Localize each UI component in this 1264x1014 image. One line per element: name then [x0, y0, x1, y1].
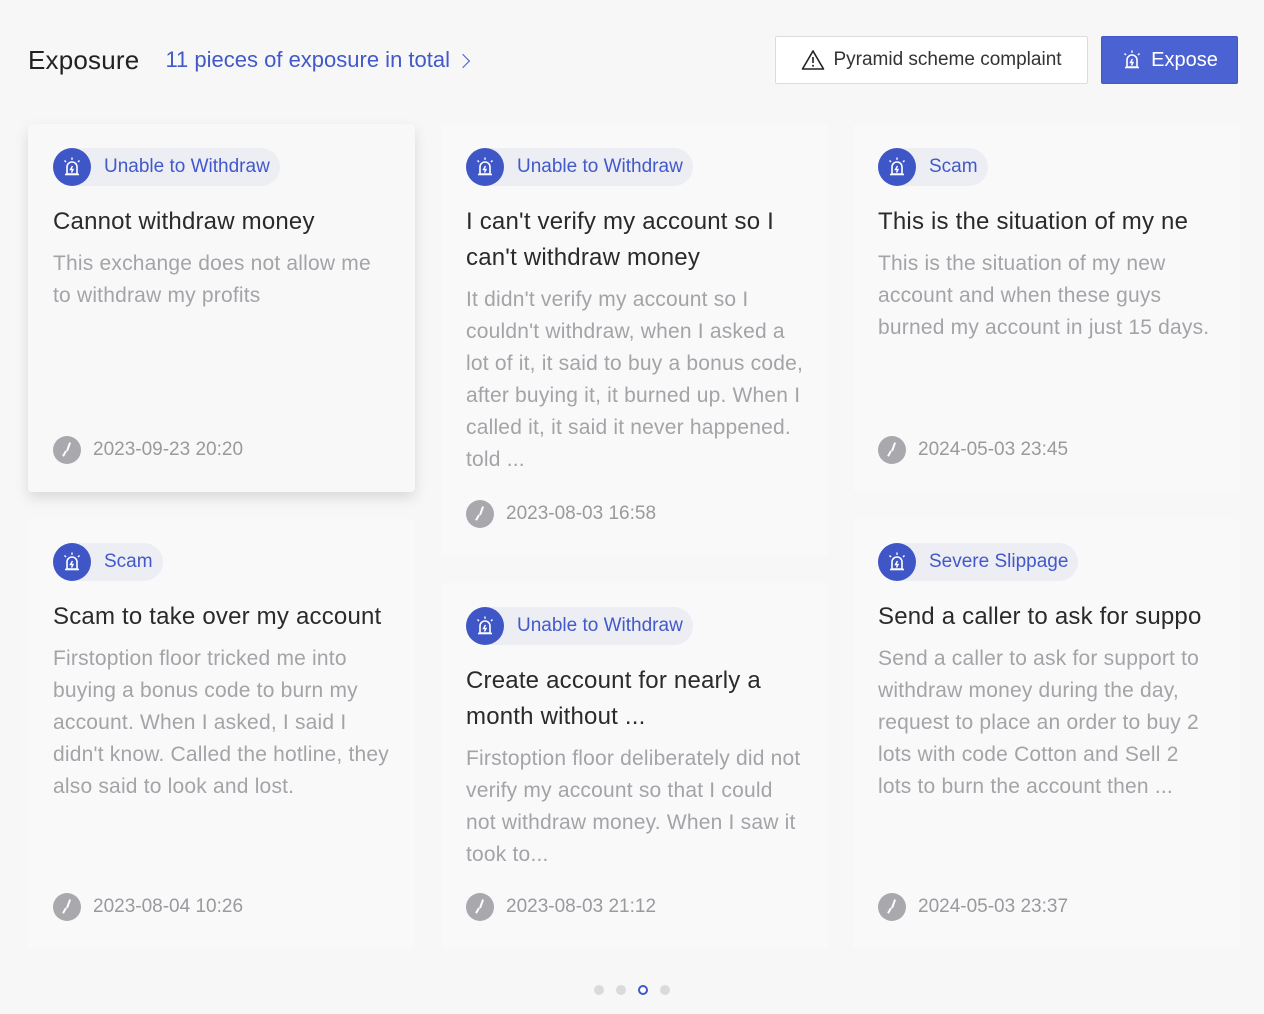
category-label: Scam [104, 551, 153, 572]
pyramid-complaint-button[interactable]: Pyramid scheme complaint [775, 36, 1088, 84]
expose-label: Expose [1151, 48, 1218, 71]
card-title: Scam to take over my account [53, 603, 382, 630]
clock-icon [53, 436, 81, 464]
category-tag: Unable to Withdraw [466, 607, 693, 645]
category-label: Unable to Withdraw [517, 615, 683, 636]
alarm-icon [466, 607, 504, 645]
pagination-dots [0, 985, 1264, 995]
timestamp-text: 2023-08-04 10:26 [93, 896, 244, 917]
card-title: This is the situation of my ne [878, 208, 1189, 235]
exposure-card[interactable]: Unable to Withdraw I can't verify my acc… [441, 124, 828, 556]
exposure-card[interactable]: Severe Slippage Send a caller to ask for… [853, 519, 1240, 949]
alarm-icon [53, 543, 91, 581]
card-description: This exchange does not allow me to withd… [53, 252, 371, 307]
card-timestamp: 2023-08-03 16:58 [466, 500, 656, 528]
alarm-icon [1124, 50, 1141, 69]
page-dot-4[interactable] [660, 985, 670, 995]
pyramid-complaint-label: Pyramid scheme complaint [833, 49, 1062, 70]
category-tag: Unable to Withdraw [466, 148, 693, 186]
category-label: Unable to Withdraw [104, 156, 270, 177]
timestamp-text: 2023-09-23 20:20 [93, 439, 244, 460]
card-timestamp: 2024-05-03 23:45 [878, 436, 1068, 464]
category-label: Scam [929, 156, 978, 177]
category-tag: Unable to Withdraw [53, 148, 280, 186]
page-title: Exposure [28, 44, 140, 75]
card-title: I can't verify my account so I can't wit… [466, 208, 775, 271]
timestamp-text: 2023-08-03 16:58 [506, 503, 657, 524]
exposure-card[interactable]: Unable to Withdraw Create account for ne… [441, 583, 828, 949]
timestamp-text: 2024-05-03 23:37 [918, 896, 1069, 917]
card-timestamp: 2023-08-04 10:26 [53, 893, 243, 921]
clock-icon [53, 893, 81, 921]
card-description: Firstoption floor tricked me into buying… [53, 647, 389, 798]
alarm-icon [466, 148, 504, 186]
timestamp-text: 2023-08-03 21:12 [506, 896, 657, 917]
clock-icon [878, 436, 906, 464]
expose-button[interactable]: Expose [1101, 36, 1238, 84]
alarm-icon [878, 148, 916, 186]
category-tag: Scam [53, 543, 163, 581]
card-title: Send a caller to ask for suppo [878, 603, 1202, 630]
card-description: It didn't verify my account so I couldn'… [466, 288, 804, 471]
page-dot-3[interactable] [638, 985, 648, 995]
total-exposure-link[interactable]: 11 pieces of exposure in total [165, 47, 471, 73]
card-timestamp: 2023-08-03 21:12 [466, 893, 656, 921]
timestamp-text: 2024-05-03 23:45 [918, 439, 1069, 460]
exposure-card[interactable]: Unable to Withdraw Cannot withdraw money… [28, 124, 415, 492]
exposure-card[interactable]: Scam This is the situation of my ne This… [853, 124, 1240, 492]
card-title: Create account for nearly a month withou… [466, 667, 761, 730]
page-dot-1[interactable] [594, 985, 604, 995]
clock-icon [466, 500, 494, 528]
page-dot-2[interactable] [616, 985, 626, 995]
exposure-card[interactable]: Scam Scam to take over my account Firsto… [28, 519, 415, 949]
card-title: Cannot withdraw money [53, 208, 315, 235]
category-label: Severe Slippage [929, 551, 1069, 572]
category-tag: Severe Slippage [878, 543, 1079, 581]
card-timestamp: 2024-05-03 23:37 [878, 893, 1068, 921]
total-exposure-label: 11 pieces of exposure in total [165, 47, 451, 72]
alarm-icon [878, 543, 916, 581]
card-description: Firstoption floor deliberately did not v… [466, 747, 801, 866]
category-label: Unable to Withdraw [517, 156, 683, 177]
card-description: Send a caller to ask for support to with… [878, 647, 1200, 798]
alarm-icon [53, 148, 91, 186]
header: Exposure 11 pieces of exposure in total … [28, 36, 1238, 84]
card-description: This is the situation of my new account … [878, 252, 1210, 339]
chevron-right-icon [455, 53, 471, 69]
warning-icon [802, 50, 825, 70]
category-tag: Scam [878, 148, 988, 186]
exposure-page: Exposure 11 pieces of exposure in total … [0, 0, 1264, 1014]
clock-icon [466, 893, 494, 921]
clock-icon [878, 893, 906, 921]
card-timestamp: 2023-09-23 20:20 [53, 436, 243, 464]
